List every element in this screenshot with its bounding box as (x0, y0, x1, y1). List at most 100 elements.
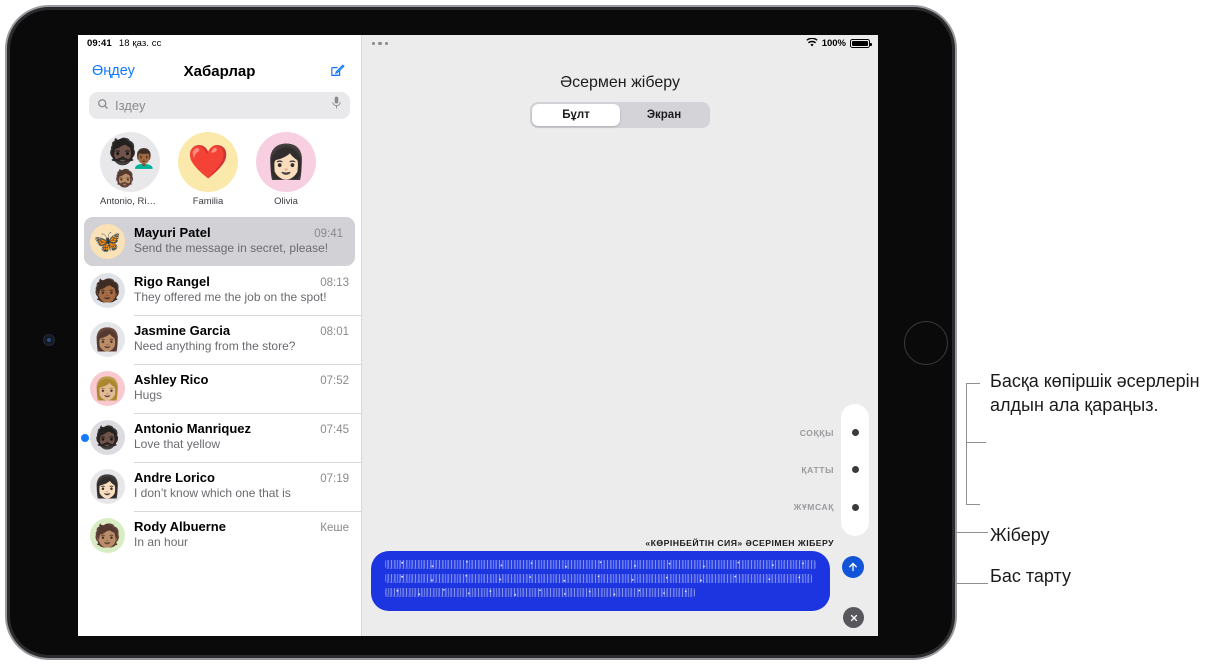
status-indicators: 100% (806, 37, 872, 50)
list-item[interactable]: 👩🏼 Ashley Rico 07:52 Hugs (90, 364, 361, 413)
battery-full-icon (850, 38, 872, 49)
message-preview: Send the message in secret, please! (134, 241, 329, 255)
avatar: 👩🏼 (90, 371, 125, 406)
search-icon (97, 97, 109, 115)
pinned-item[interactable]: 🧔🏿 👨🏾‍🦱 🧔🏽 Antonio, Rigo &... (100, 132, 160, 207)
ipad-device-frame: 09:41 18 қаз. сс Өңдеу Хабарлар Іздеу 🧔🏿… (5, 5, 957, 660)
avatar: ❤️ (178, 132, 238, 192)
effect-label-slam: СОҚҚЫ (799, 427, 834, 438)
effect-option-labels: СОҚҚЫ ҚАТТЫ ЖҰМСАҚ (704, 404, 834, 536)
effect-label-loud: ҚАТТЫ (801, 464, 834, 475)
status-time: 09:41 (87, 38, 112, 49)
message-time: 08:13 (320, 277, 349, 289)
avatar: 👩🏻 (256, 132, 316, 192)
microphone-icon[interactable] (331, 96, 342, 115)
message-time: 07:45 (320, 424, 349, 436)
message-time: 07:19 (320, 473, 349, 485)
effect-label-gentle: ЖҰМСАҚ (793, 502, 834, 513)
edit-button[interactable]: Өңдеу (92, 63, 135, 79)
unread-indicator (81, 433, 89, 442)
message-time: 09:41 (314, 228, 343, 240)
wifi-icon (806, 37, 818, 50)
messages-sidebar: 09:41 18 қаз. сс Өңдеу Хабарлар Іздеу 🧔🏿… (78, 35, 362, 636)
contact-name: Rigo Rangel (134, 274, 210, 289)
callout-cancel-text: Бас тарту (990, 566, 1071, 586)
callout-bracket-stem (966, 442, 986, 443)
search-bar-container: Іздеу (78, 90, 361, 126)
avatar: 🧑🏽 (90, 518, 125, 553)
sidebar-status-bar: 09:41 18 қаз. сс (78, 35, 361, 52)
message-preview: Hugs (134, 388, 163, 402)
list-item[interactable]: 🦋 Mayuri Patel 09:41 Send the message in… (84, 217, 355, 266)
effect-dot-slam[interactable] (851, 429, 859, 437)
callout-send-leader (957, 532, 988, 533)
group-face-3: 🧔🏽 (114, 169, 136, 188)
effect-type-segmented-control[interactable]: Бұлт Экран (530, 102, 710, 128)
sidebar-nav-bar: Өңдеу Хабарлар (78, 52, 361, 90)
avatar: 👩🏻 (90, 469, 125, 504)
contact-name: Andre Lorico (134, 470, 215, 485)
message-bubble-container (371, 551, 830, 611)
callout-bracket (966, 383, 980, 505)
message-time: Кеше (320, 522, 349, 534)
avatar: 👩🏽 (90, 322, 125, 357)
invisible-ink-texture (385, 560, 816, 602)
effect-dot-gentle[interactable] (851, 503, 859, 511)
list-item[interactable]: 🧑🏽 Rody Albuerne Кеше In an hour (90, 511, 361, 560)
message-time: 08:01 (320, 326, 349, 338)
status-date: 18 қаз. сс (118, 38, 162, 49)
contact-name: Antonio Manriquez (134, 421, 251, 436)
compose-icon[interactable] (328, 62, 347, 81)
callout-cancel-leader (957, 583, 988, 584)
message-preview: I don’t know which one that is (134, 486, 291, 500)
invisible-ink-label: «КӨРІНБЕЙТІН СИЯ» ӘСЕРІМЕН ЖІБЕРУ (645, 538, 834, 548)
pinned-conversations: 🧔🏿 👨🏾‍🦱 🧔🏽 Antonio, Rigo &... ❤️ Familia (78, 126, 361, 217)
pinned-label: Antonio, Rigo &... (100, 196, 160, 207)
home-button[interactable] (904, 321, 948, 365)
effect-option-dots[interactable] (841, 404, 869, 536)
pinned-label: Familia (192, 196, 224, 207)
message-preview: Need anything from the store? (134, 339, 296, 353)
more-options-icon[interactable] (372, 41, 389, 46)
ipad-screen: 09:41 18 қаз. сс Өңдеу Хабарлар Іздеу 🧔🏿… (78, 35, 878, 636)
message-bubble-invisible-ink[interactable] (371, 551, 830, 611)
contact-name: Mayuri Patel (134, 225, 211, 240)
effect-dot-loud[interactable] (851, 466, 859, 474)
cancel-button[interactable] (843, 607, 864, 628)
heart-emoji: ❤️ (187, 142, 229, 180)
callout-send-text: Жіберу (990, 525, 1050, 545)
avatar: 🦋 (90, 224, 125, 259)
screenshot-root: 09:41 18 қаз. сс Өңдеу Хабарлар Іздеу 🧔🏿… (0, 0, 1232, 665)
message-preview: Love that yellow (134, 437, 221, 451)
list-item[interactable]: 🧑🏾 Rigo Rangel 08:13 They offered me the… (90, 266, 361, 315)
list-item[interactable]: 🧔🏿 Antonio Manriquez 07:45 Love that yel… (81, 413, 361, 462)
message-preview: In an hour (134, 535, 189, 549)
battery-percent-label: 100% (821, 38, 846, 49)
contact-name: Rody Albuerne (134, 519, 226, 534)
conversation-list: 🦋 Mayuri Patel 09:41 Send the message in… (78, 217, 361, 636)
front-camera-icon (43, 334, 55, 346)
contact-name: Ashley Rico (134, 372, 209, 387)
message-preview: They offered me the job on the spot! (134, 290, 327, 304)
effect-panel-title: Әсермен жіберу (560, 74, 680, 91)
contact-name: Jasmine Garcia (134, 323, 231, 338)
annotation-callouts: Басқа көпіршік әсерлерін алдын ала қараң… (957, 0, 1232, 665)
pinned-item[interactable]: ❤️ Familia (178, 132, 238, 207)
tab-screen[interactable]: Экран (620, 104, 708, 126)
pinned-label: Olivia (274, 196, 298, 207)
search-input[interactable]: Іздеу (89, 92, 350, 119)
search-placeholder: Іздеу (115, 98, 146, 113)
tab-bubble[interactable]: Бұлт (532, 104, 620, 126)
list-item[interactable]: 👩🏻 Andre Lorico 07:19 I don’t know which… (90, 462, 361, 511)
list-item[interactable]: 👩🏽 Jasmine Garcia 08:01 Need anything fr… (90, 315, 361, 364)
send-with-effect-panel: 100% Әсермен жіберу Бұлт Экран СОҚҚЫ ҚАТ… (362, 35, 878, 636)
pinned-item[interactable]: 👩🏻 Olivia (256, 132, 316, 207)
message-time: 07:52 (320, 375, 349, 387)
group-face-2: 👨🏾‍🦱 (132, 149, 156, 170)
avatar: 🧔🏿 (90, 420, 125, 455)
callout-effects-text: Басқа көпіршік әсерлерін алдын ала қараң… (990, 371, 1200, 415)
avatar: 🧔🏿 👨🏾‍🦱 🧔🏽 (100, 132, 160, 192)
memoji-emoji: 👩🏻 (265, 142, 307, 180)
send-button[interactable] (842, 556, 864, 578)
avatar: 🧑🏾 (90, 273, 125, 308)
